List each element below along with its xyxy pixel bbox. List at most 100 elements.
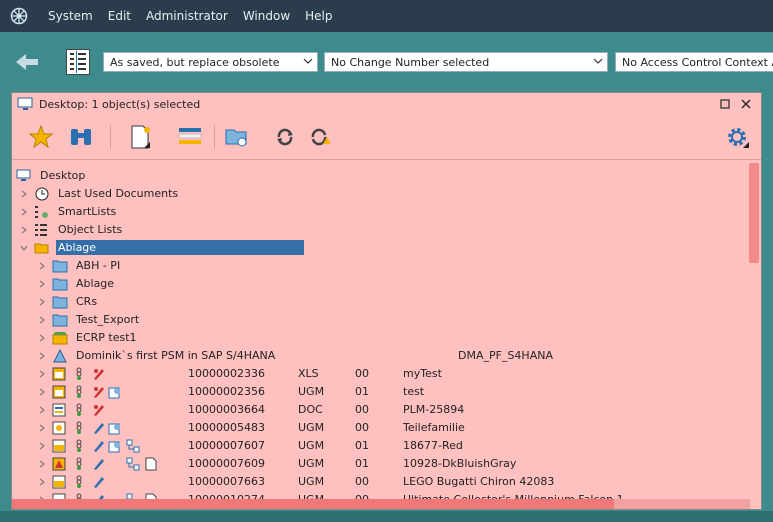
cad-icon (108, 441, 120, 453)
sap-logo-icon[interactable] (9, 6, 29, 26)
doc-description: LEGO Bugatti Chiron 42083 (403, 475, 555, 488)
toolbar-divider (12, 159, 761, 160)
settings-list-icon[interactable] (66, 49, 90, 75)
table-row[interactable]: 10000007663 UGM 00 LEGO Bugatti Chiron 4… (12, 473, 750, 491)
vertical-scrollbar[interactable] (749, 163, 759, 263)
horizontal-scroll-thumb[interactable] (12, 499, 614, 509)
folder-icon (52, 260, 68, 273)
tree-node-folder[interactable]: Ablage (12, 275, 750, 293)
document-icon (52, 439, 66, 453)
doc-part: 00 (355, 421, 369, 434)
menu-bar: System Edit Administrator Window Help (0, 0, 773, 32)
chevron-right-icon[interactable] (38, 262, 46, 270)
chevron-right-icon[interactable] (38, 316, 46, 324)
toolbar-separator (110, 125, 111, 149)
tree-node-folder[interactable]: CRs (12, 293, 750, 311)
desktop-window: Desktop: 1 object(s) selected Desktop La… (11, 92, 762, 510)
table-row[interactable]: 10000003664 DOC 00 PLM-25894 (12, 401, 750, 419)
doc-part: 01 (355, 457, 369, 470)
menu-administrator[interactable]: Administrator (139, 9, 235, 23)
horizontal-scrollbar[interactable] (12, 499, 750, 509)
gear-icon[interactable] (724, 124, 750, 150)
menu-help[interactable]: Help (298, 9, 339, 23)
tree-node-folder[interactable]: ABH - PI (12, 257, 750, 275)
tree-node-desktop[interactable]: Desktop (12, 167, 750, 185)
chevron-right-icon[interactable] (38, 370, 46, 378)
tree-node-label: Ablage (76, 277, 115, 290)
document-icon (52, 403, 66, 417)
tree-node-label: Ablage (56, 240, 304, 255)
version-mode-value: As saved, but replace obsolete (110, 55, 280, 69)
chevron-right-icon[interactable] (20, 208, 28, 216)
doc-part: 00 (355, 475, 369, 488)
chevron-right-icon[interactable] (38, 388, 46, 396)
window-toolbar (12, 117, 761, 157)
access-control-value: No Access Control Context Ac (622, 55, 773, 69)
tree-node-ecr[interactable]: ECRP test1 (12, 329, 750, 347)
maximize-icon[interactable] (719, 98, 731, 110)
menu-window[interactable]: Window (236, 9, 297, 23)
new-document-icon[interactable] (127, 124, 153, 150)
refresh-warning-icon[interactable] (306, 124, 332, 150)
chevron-right-icon[interactable] (38, 442, 46, 450)
tree-node-smartlists[interactable]: SmartLists (12, 203, 750, 221)
version-mode-dropdown[interactable]: As saved, but replace obsolete (103, 52, 318, 72)
status-icon (76, 421, 82, 434)
access-control-dropdown[interactable]: No Access Control Context Ac (615, 52, 773, 72)
tree-node-label: Desktop (40, 169, 86, 182)
back-arrow-icon[interactable] (14, 51, 40, 73)
folder-link-icon[interactable] (224, 124, 250, 150)
tree-node-label: Test_Export (76, 313, 140, 326)
tree-node-folder[interactable]: Test_Export (12, 311, 750, 329)
refresh-icon[interactable] (272, 124, 298, 150)
change-record-icon (52, 332, 68, 345)
status-icon (76, 385, 82, 398)
table-row[interactable]: 10000007609 UGM 01 10928-DkBluishGray (12, 455, 750, 473)
chevron-down-icon (303, 58, 313, 64)
doc-description: PLM-25894 (403, 403, 465, 416)
chevron-right-icon[interactable] (38, 478, 46, 486)
chevron-right-icon[interactable] (38, 334, 46, 342)
table-row[interactable]: 10000002356 UGM 01 test (12, 383, 750, 401)
page-icon (145, 457, 157, 471)
structure-icon[interactable] (177, 124, 203, 150)
chevron-down-icon[interactable] (20, 244, 28, 252)
chevron-right-icon[interactable] (38, 352, 46, 360)
chevron-right-icon[interactable] (20, 226, 28, 234)
status-icon (76, 457, 82, 470)
folder-icon (52, 314, 68, 327)
doc-type: UGM (298, 385, 325, 398)
table-row[interactable]: 10000002336 XLS 00 myTest (12, 365, 750, 383)
table-row[interactable]: 10000007607 UGM 01 18677-Red (12, 437, 750, 455)
table-row[interactable]: 10000005483 UGM 00 Teilefamilie (12, 419, 750, 437)
menu-system[interactable]: System (41, 9, 100, 23)
tree-node-ablage[interactable]: Ablage (12, 239, 750, 257)
tree-node-label: CRs (76, 295, 98, 308)
chevron-right-icon[interactable] (38, 406, 46, 414)
favorites-star-icon[interactable] (28, 124, 54, 150)
chevron-right-icon[interactable] (38, 424, 46, 432)
edit-lock-icon (94, 369, 104, 380)
edit-icon (94, 423, 104, 434)
doc-number: 10000007609 (188, 457, 265, 470)
window-titlebar: Desktop: 1 object(s) selected (12, 93, 761, 115)
menu-edit[interactable]: Edit (101, 9, 138, 23)
tree-node-label: Last Used Documents (58, 187, 179, 200)
chevron-right-icon[interactable] (38, 280, 46, 288)
doc-type: UGM (298, 439, 325, 452)
chevron-right-icon[interactable] (38, 460, 46, 468)
change-number-dropdown[interactable]: No Change Number selected (324, 52, 608, 72)
status-bar (0, 511, 773, 522)
tree-node-object-lists[interactable]: Object Lists (12, 221, 750, 239)
doc-description: 10928-DkBluishGray (403, 457, 517, 470)
doc-type: UGM (298, 475, 325, 488)
binoculars-search-icon[interactable] (68, 124, 94, 150)
chevron-right-icon[interactable] (20, 190, 28, 198)
chevron-right-icon[interactable] (38, 298, 46, 306)
tree-node-label: SmartLists (58, 205, 117, 218)
tree-node-last-used[interactable]: Last Used Documents (12, 185, 750, 203)
doc-type: XLS (298, 367, 319, 380)
close-icon[interactable] (740, 98, 752, 110)
tree-node-psm[interactable]: Dominik`s first PSM in SAP S/4HANA DMA_P… (12, 347, 750, 365)
status-icon (76, 403, 82, 416)
